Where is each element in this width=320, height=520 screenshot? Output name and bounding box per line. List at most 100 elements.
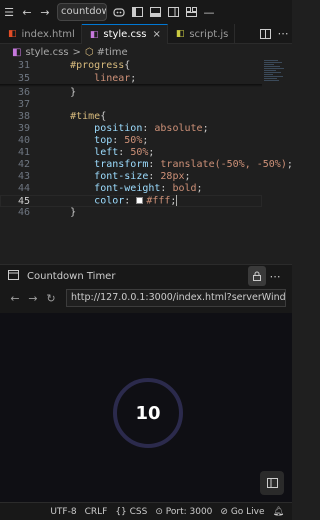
code-line[interactable]: 43 font-size: 28px; bbox=[0, 171, 262, 183]
customize-layout-icon[interactable] bbox=[182, 2, 200, 22]
command-center[interactable]: countdown_t bbox=[57, 3, 107, 21]
code-line[interactable]: 38 #time{ bbox=[0, 111, 262, 123]
code-token: bold bbox=[172, 183, 197, 194]
toggle-devtools-icon[interactable] bbox=[260, 471, 284, 495]
url-input[interactable]: http://127.0.0.1:3000/index.html?serverW… bbox=[66, 289, 286, 307]
code-line[interactable]: 31 #progress{ bbox=[0, 60, 262, 72]
code-token: : bbox=[112, 135, 125, 146]
tab-label: script.js bbox=[189, 28, 229, 40]
code-token: 28px bbox=[160, 171, 185, 182]
code-token: ; bbox=[184, 171, 191, 182]
port-info[interactable]: ⊙ Port: 3000 bbox=[155, 507, 212, 517]
go-live-button[interactable]: ⊘ Go Live bbox=[220, 507, 264, 517]
lock-icon[interactable] bbox=[248, 266, 266, 286]
back-icon[interactable]: ← bbox=[6, 292, 24, 305]
url-bar: ← → ↻ http://127.0.0.1:3000/index.html?s… bbox=[0, 287, 292, 309]
menu-icon[interactable]: ☰ bbox=[0, 2, 18, 22]
line-number: 38 bbox=[17, 111, 30, 122]
line-number: 45 bbox=[17, 195, 30, 207]
js-file-icon: ◧ bbox=[175, 29, 185, 39]
language-mode[interactable]: {} CSS bbox=[115, 507, 147, 517]
layout-panel-icon[interactable] bbox=[146, 2, 164, 22]
encoding[interactable]: UTF-8 bbox=[50, 507, 76, 517]
code-line[interactable]: 44 font-weight: bold; bbox=[0, 183, 262, 195]
code-line[interactable]: 35 linear; bbox=[0, 73, 262, 85]
line-number: 46 bbox=[17, 207, 30, 218]
code-token: } bbox=[70, 87, 77, 98]
code-token: : bbox=[148, 159, 161, 170]
layout-secondary-icon[interactable] bbox=[164, 2, 182, 22]
code-token: } bbox=[70, 207, 77, 218]
line-endings[interactable]: CRLF bbox=[85, 507, 108, 517]
tab-style-css[interactable]: ◧ style.css × bbox=[81, 24, 168, 44]
breadcrumb-separator: > bbox=[72, 46, 81, 58]
forward-icon[interactable]: → bbox=[24, 292, 42, 305]
browser-icon bbox=[8, 269, 19, 283]
tab-script-js[interactable]: ◧ script.js bbox=[168, 24, 236, 44]
code-token: font-size bbox=[94, 171, 149, 182]
code-line[interactable]: 39 position: absolute; bbox=[0, 123, 262, 135]
more-actions-icon[interactable]: ⋯ bbox=[274, 24, 292, 44]
css-file-icon: ◧ bbox=[89, 29, 99, 40]
code-token: ; bbox=[202, 123, 209, 134]
symbol-icon: ⬡ bbox=[84, 46, 94, 58]
code-token: 50% bbox=[130, 147, 149, 158]
code-line[interactable]: 42 transform: translate(-50%, -50%); bbox=[0, 159, 293, 171]
panel-title[interactable]: Countdown Timer bbox=[27, 271, 115, 282]
broadcast-icon: ⊙ bbox=[155, 506, 163, 517]
code-token: { bbox=[124, 60, 131, 71]
minimize-icon[interactable]: — bbox=[200, 2, 218, 22]
line-number: 44 bbox=[17, 183, 30, 194]
code-line[interactable]: 36 } bbox=[0, 87, 262, 99]
tab-index-html[interactable]: ◧ index.html bbox=[0, 24, 82, 44]
breadcrumb: ◧ style.css > ⬡ #time bbox=[0, 44, 292, 60]
css-file-icon: ◧ bbox=[12, 46, 22, 58]
reload-icon[interactable]: ↻ bbox=[42, 292, 60, 305]
code-line[interactable]: 45 color: #fff; bbox=[0, 195, 262, 207]
code-line[interactable]: 41 left: 50%; bbox=[0, 147, 262, 159]
copilot-icon[interactable] bbox=[110, 2, 128, 22]
breadcrumb-symbol[interactable]: #time bbox=[97, 47, 128, 58]
more-actions-icon[interactable]: ⋯ bbox=[266, 266, 284, 286]
code-line[interactable]: 46 } bbox=[0, 207, 262, 219]
minimap[interactable] bbox=[264, 60, 286, 100]
code-line[interactable]: 40 top: 50%; bbox=[0, 135, 262, 147]
go-live-icon: ⊘ bbox=[220, 506, 228, 517]
code-editor[interactable]: 31 #progress{35 linear; 36 } 37 38 #time{39… bbox=[0, 60, 293, 260]
code-token: : bbox=[118, 147, 131, 158]
color-swatch[interactable] bbox=[136, 197, 144, 204]
code-token: position bbox=[94, 123, 143, 134]
tab-label: index.html bbox=[21, 28, 75, 40]
notifications-icon[interactable]: 🔔︎ bbox=[273, 507, 284, 517]
port-label: Port: 3000 bbox=[165, 506, 213, 517]
layout-sidebar-icon[interactable] bbox=[128, 2, 146, 22]
code-line[interactable]: 37 bbox=[0, 99, 262, 111]
timer-value: 10 bbox=[135, 402, 161, 424]
code-token: translate(-50%, -50%) bbox=[160, 159, 287, 170]
line-number: 39 bbox=[17, 123, 30, 134]
code-token: #fff bbox=[146, 195, 171, 207]
html-file-icon: ◧ bbox=[8, 29, 17, 39]
code-token: : bbox=[160, 183, 173, 194]
panel-header: Countdown Timer ⋯ bbox=[0, 265, 292, 287]
editor-tab-bar: ◧ index.html ◧ style.css × ◧ script.js ⋯ bbox=[0, 24, 292, 44]
code-token: : bbox=[142, 123, 155, 134]
code-token: 50% bbox=[124, 135, 143, 146]
title-bar: ☰ ← → countdown_t — bbox=[0, 0, 292, 24]
forward-icon[interactable]: → bbox=[36, 2, 54, 22]
line-number: 43 bbox=[17, 171, 30, 182]
split-editor-icon[interactable] bbox=[256, 24, 274, 44]
code-token: #time bbox=[70, 111, 101, 122]
code-token: ; bbox=[148, 147, 155, 158]
line-number: 40 bbox=[17, 135, 30, 146]
close-icon[interactable]: × bbox=[152, 29, 160, 40]
breadcrumb-file[interactable]: style.css bbox=[25, 47, 68, 58]
code-token: font-weight bbox=[94, 183, 161, 194]
back-icon[interactable]: ← bbox=[18, 2, 36, 22]
